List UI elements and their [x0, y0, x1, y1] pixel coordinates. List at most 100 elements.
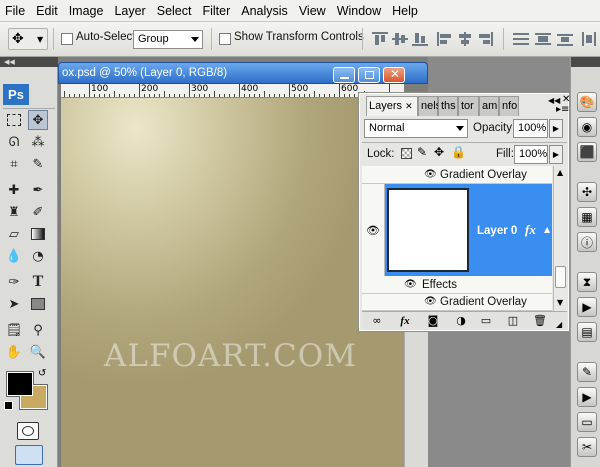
menu-file[interactable]: File — [0, 4, 31, 18]
menu-help[interactable]: Help — [387, 4, 424, 18]
scroll-up-icon[interactable]: ▲ — [557, 168, 563, 177]
tab-channels[interactable]: nels — [418, 96, 441, 116]
maximize-button[interactable] — [358, 67, 380, 83]
tab-navigator[interactable]: tor — [458, 96, 479, 116]
magic-wand-tool-icon[interactable]: ⁂ — [28, 132, 48, 152]
blend-mode-dropdown[interactable]: Normal — [364, 119, 468, 138]
distribute-bottom-icon[interactable] — [557, 32, 573, 46]
clone-source-panel-icon[interactable]: ▶ — [577, 387, 597, 407]
styles-panel-icon[interactable]: ⬛ — [577, 142, 597, 162]
info-panel-icon[interactable]: ⓘ — [577, 232, 597, 252]
eye-icon[interactable]: 👁 — [424, 169, 437, 180]
align-bottom-icon[interactable] — [412, 32, 428, 46]
tab-paths[interactable]: ths — [438, 96, 458, 116]
lock-all-icon[interactable]: 🔒 — [451, 145, 466, 159]
lock-transparent-icon[interactable] — [401, 148, 412, 159]
effects-row[interactable]: 👁 Effects — [362, 276, 552, 294]
horizontal-ruler[interactable]: 100 200 300 400 500 600 — [61, 84, 404, 98]
lock-image-icon[interactable]: ✎ — [417, 145, 427, 159]
tools-panel-icon[interactable]: ✂ — [577, 437, 597, 457]
distribute-top-icon[interactable] — [513, 32, 529, 46]
type-tool-icon[interactable]: T — [28, 272, 48, 292]
layer-name[interactable]: Layer 0 — [477, 225, 517, 237]
distribute-vcenter-icon[interactable] — [535, 32, 551, 46]
lasso-tool-icon[interactable]: ᘏ — [4, 132, 24, 152]
lock-position-icon[interactable]: ✥ — [434, 145, 444, 159]
crop-tool-icon[interactable]: ⌗ — [4, 154, 24, 174]
foreground-color-swatch-top[interactable] — [7, 372, 33, 396]
scroll-thumb[interactable] — [555, 266, 566, 288]
trash-icon[interactable]: 🗑 — [532, 314, 548, 328]
document-canvas[interactable] — [61, 98, 404, 467]
close-button[interactable]: ✕ — [383, 67, 405, 83]
brush-tool-icon[interactable]: ✒ — [28, 180, 48, 200]
history-brush-tool-icon[interactable]: ✐ — [28, 202, 48, 222]
dodge-tool-icon[interactable]: ◔ — [28, 246, 48, 266]
layer-visibility-eye-icon[interactable]: 👁 — [366, 224, 380, 237]
healing-brush-tool-icon[interactable]: ✚ — [4, 180, 24, 200]
add-mask-icon[interactable]: ◙ — [425, 314, 441, 328]
collapse-arrows-icon[interactable]: ◀◀ — [4, 58, 15, 66]
histogram-panel-icon[interactable]: ▦ — [577, 207, 597, 227]
expand-effects-icon[interactable]: ▲ — [544, 225, 550, 234]
move-tool-icon[interactable]: ✥ — [28, 110, 48, 130]
eye-icon[interactable]: 👁 — [424, 296, 437, 307]
notes-tool-icon[interactable]: 🗒 — [4, 320, 24, 340]
clone-stamp-tool-icon[interactable]: ♜ — [4, 202, 24, 222]
gradient-tool-icon[interactable] — [28, 224, 48, 244]
adjustment-layer-icon[interactable]: ◑ — [453, 314, 469, 328]
close-icon[interactable]: ✕ — [405, 101, 413, 111]
layer-comps-panel-icon[interactable]: ▤ — [577, 322, 597, 342]
pen-tool-icon[interactable]: ✑ — [4, 272, 24, 292]
menu-select[interactable]: Select — [152, 4, 198, 18]
align-right-icon[interactable] — [477, 32, 493, 46]
tab-histogram[interactable]: am — [479, 96, 499, 116]
menu-edit[interactable]: Edit — [31, 4, 64, 18]
scroll-down-icon[interactable]: ▼ — [557, 298, 563, 307]
eye-icon[interactable]: 👁 — [404, 279, 417, 290]
menu-window[interactable]: Window — [332, 4, 387, 18]
auto-select-checkbox[interactable] — [61, 33, 73, 45]
layers-scrollbar[interactable]: ▲ ▼ — [553, 166, 567, 311]
actions-panel-icon[interactable]: ▶ — [577, 297, 597, 317]
distribute-left-icon[interactable] — [581, 32, 597, 46]
swatches-panel-icon[interactable]: ◉ — [577, 117, 597, 137]
menu-layer[interactable]: Layer — [109, 4, 151, 18]
show-transform-checkbox[interactable] — [219, 33, 231, 45]
menu-filter[interactable]: Filter — [197, 4, 236, 18]
tool-presets-panel-icon[interactable]: ▭ — [577, 412, 597, 432]
opacity-slider-button[interactable]: ▶ — [549, 119, 563, 138]
align-vcenter-icon[interactable] — [392, 32, 408, 46]
color-panel-icon[interactable]: 🎨 — [577, 92, 597, 112]
quick-mask-icon[interactable] — [17, 422, 39, 440]
menu-analysis[interactable]: Analysis — [236, 4, 294, 18]
fill-slider-button[interactable]: ▶ — [549, 145, 563, 164]
fill-input[interactable]: 100% — [514, 145, 548, 164]
dock-header[interactable] — [571, 57, 600, 67]
marquee-tool-icon[interactable] — [4, 110, 24, 130]
new-layer-icon[interactable]: ◫ — [505, 314, 521, 328]
swap-colors-icon[interactable]: ↺ — [38, 368, 46, 379]
eyedropper-tool-icon[interactable]: ⚲ — [28, 320, 48, 340]
tool-preset-picker[interactable]: ✥ ▼ — [8, 28, 48, 50]
eyedropper-slice-icon[interactable]: ✎ — [28, 154, 48, 174]
path-selection-tool-icon[interactable]: ➤ — [4, 294, 24, 314]
align-hcenter-icon[interactable] — [457, 32, 473, 46]
history-panel-icon[interactable]: ⧗ — [577, 272, 597, 292]
screen-mode-icon[interactable] — [15, 445, 43, 465]
layer-effect-row[interactable]: 👁 Gradient Overlay — [362, 294, 552, 311]
resize-grip-icon[interactable]: ◢ — [556, 320, 562, 329]
navigator-panel-icon[interactable]: ✣ — [577, 182, 597, 202]
layer-fx-icon[interactable]: fx — [525, 222, 536, 238]
link-layers-icon[interactable]: ∞ — [369, 314, 385, 328]
panel-menu-icon[interactable]: ▸≡ — [556, 104, 569, 115]
shape-tool-icon[interactable] — [28, 294, 48, 314]
zoom-tool-icon[interactable]: 🔍 — [28, 342, 48, 362]
auto-select-dropdown[interactable]: Group — [133, 30, 203, 49]
layer-thumbnail[interactable] — [387, 188, 469, 272]
hand-tool-icon[interactable]: ✋ — [4, 342, 24, 362]
layer-effect-row[interactable]: 👁 Gradient Overlay — [362, 166, 552, 184]
menu-image[interactable]: Image — [64, 4, 110, 18]
brushes-panel-icon[interactable]: ✎ — [577, 362, 597, 382]
opacity-input[interactable]: 100% — [513, 119, 548, 138]
